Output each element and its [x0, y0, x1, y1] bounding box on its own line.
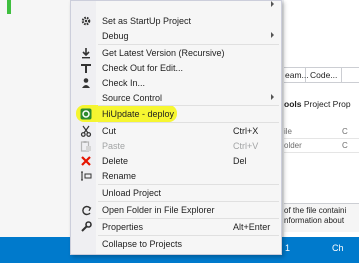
- menu-item-cut[interactable]: Cut Ctrl+X: [71, 123, 281, 139]
- property-row[interactable]: older C: [284, 139, 359, 153]
- wrench-icon: [80, 221, 92, 233]
- menu-item-debug[interactable]: Debug: [71, 28, 281, 44]
- menu-item-source-control[interactable]: Source Control: [71, 90, 281, 106]
- properties-panel: [284, 0, 359, 237]
- tool-tabs: eam... Code...: [284, 67, 359, 83]
- menu-item-hiupdate-deploy[interactable]: HiUpdate - deploy: [71, 106, 281, 122]
- rename-icon: [80, 170, 92, 182]
- gear-icon: [80, 15, 92, 27]
- scissors-icon: [80, 125, 92, 137]
- solution-explorer-panel: [0, 0, 70, 237]
- tab-code[interactable]: Code...: [306, 68, 343, 82]
- properties-grid: ile C older C: [284, 125, 359, 159]
- status-right-text: Ch: [332, 243, 344, 253]
- open-folder-icon: [80, 204, 92, 216]
- menu-item-check-in[interactable]: Check In...: [71, 75, 281, 91]
- menu-item-open-folder[interactable]: Open Folder in File Explorer: [71, 202, 281, 218]
- menu-item-paste[interactable]: Paste Ctrl+V: [71, 138, 281, 154]
- menu-item-get-latest[interactable]: Get Latest Version (Recursive): [71, 45, 281, 61]
- submenu-arrow-icon: [271, 1, 274, 7]
- menu-item-set-startup[interactable]: Set as StartUp Project: [71, 13, 281, 29]
- paste-icon: [80, 140, 92, 152]
- property-description: of the file containi nformation about: [284, 203, 359, 232]
- status-number: 1: [285, 243, 291, 253]
- download-icon: [80, 47, 92, 59]
- submenu-arrow-icon: [271, 32, 274, 38]
- menu-item-unload-project[interactable]: Unload Project: [71, 185, 281, 201]
- menu-item-rename[interactable]: Rename: [71, 168, 281, 184]
- check-out-icon: [80, 62, 92, 74]
- submenu-arrow-icon: [271, 94, 274, 100]
- menu-item-collapse-to-projects[interactable]: Collapse to Projects: [71, 236, 281, 252]
- menu-item-delete[interactable]: Delete Del: [71, 153, 281, 169]
- menu-item-check-out[interactable]: Check Out for Edit...: [71, 60, 281, 76]
- menu-item-clipped[interactable]: [71, 0, 281, 6]
- menu-item-properties[interactable]: Properties Alt+Enter: [71, 219, 281, 235]
- change-indicator: [7, 0, 11, 14]
- properties-title: ools Project Prop: [284, 99, 351, 109]
- check-in-icon: [80, 77, 92, 89]
- context-menu: Set as StartUp Project Debug Get Latest …: [70, 0, 282, 255]
- hiupdate-icon: [80, 108, 92, 120]
- tab-team[interactable]: eam...: [284, 68, 309, 82]
- property-row[interactable]: ile C: [284, 125, 359, 139]
- delete-icon: [80, 155, 92, 167]
